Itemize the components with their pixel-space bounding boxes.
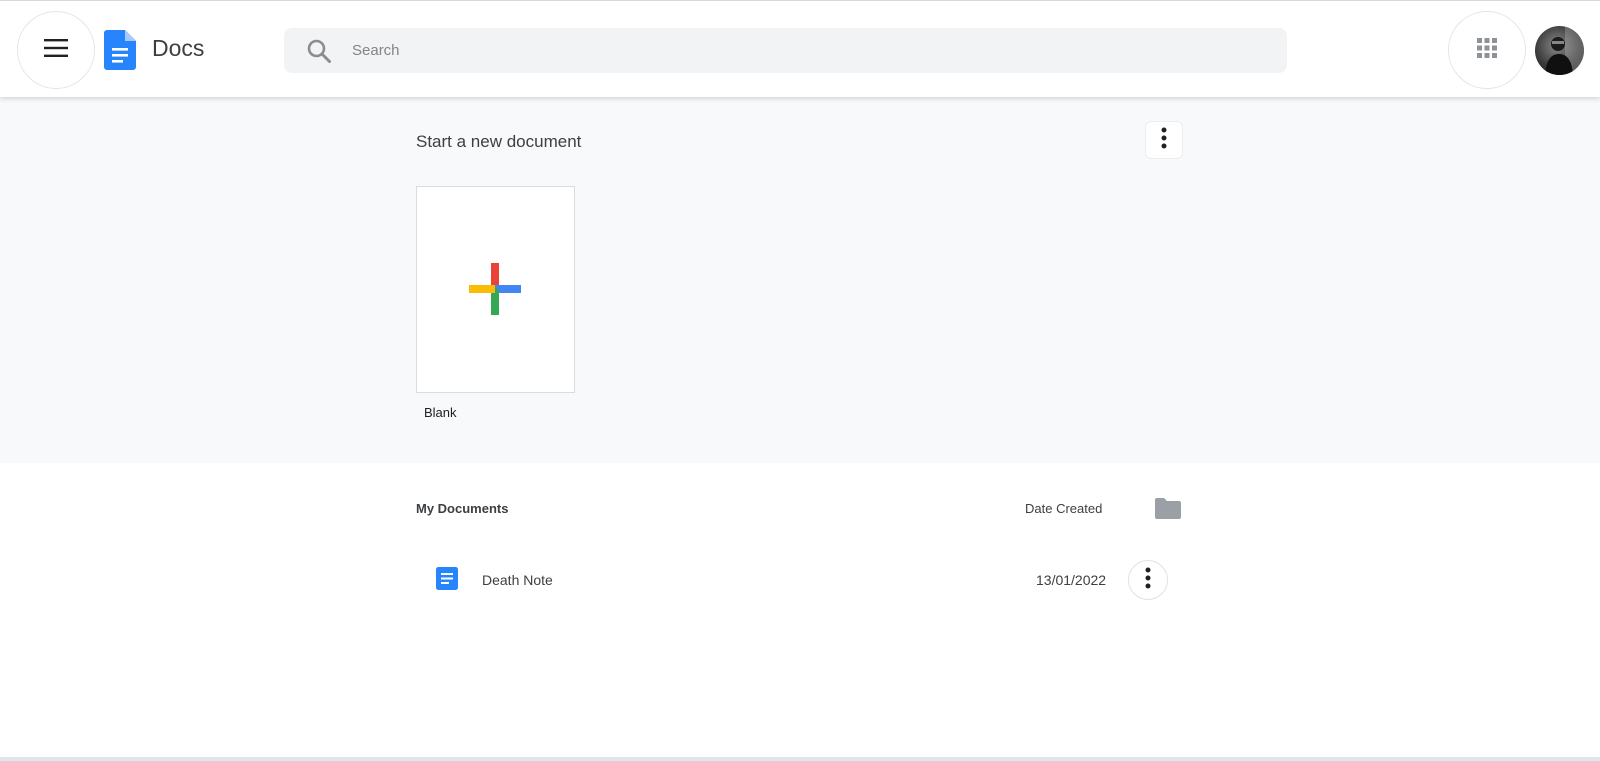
apps-launcher-button[interactable]: [1448, 11, 1526, 89]
user-avatar[interactable]: [1535, 26, 1584, 75]
blank-template-label: Blank: [424, 405, 457, 420]
bottom-edge: [0, 757, 1600, 761]
document-name: Death Note: [482, 572, 553, 588]
search-icon[interactable]: [306, 38, 332, 69]
colorful-plus-icon: [469, 263, 521, 320]
blank-template-card[interactable]: [416, 186, 575, 393]
apps-grid-icon: [1477, 37, 1497, 63]
docs-logo-icon[interactable]: [104, 30, 136, 75]
documents-list-title: My Documents: [416, 501, 509, 516]
date-created-column-header[interactable]: Date Created: [1025, 501, 1102, 516]
top-app-bar: Docs: [0, 0, 1600, 97]
docs-home-page: Docs Search Start a new document Blank M…: [0, 0, 1600, 761]
template-gallery-title: Start a new document: [416, 132, 582, 151]
search-input[interactable]: [352, 28, 1252, 73]
document-more-button[interactable]: [1128, 560, 1168, 600]
more-vertical-icon: [1161, 127, 1167, 154]
template-gallery: Start a new document Blank: [0, 97, 1600, 463]
main-menu-button[interactable]: [17, 11, 95, 89]
document-icon: [436, 567, 458, 595]
document-date-created: 13/01/2022: [1036, 572, 1107, 588]
template-gallery-more-button[interactable]: [1145, 121, 1183, 159]
app-title: Docs: [152, 35, 205, 61]
search-bar[interactable]: [284, 28, 1287, 73]
hamburger-menu-icon: [44, 38, 68, 62]
document-row[interactable]: Death Note 13/01/2022: [416, 555, 1176, 603]
folder-icon[interactable]: [1155, 498, 1181, 524]
more-vertical-icon: [1145, 567, 1151, 594]
